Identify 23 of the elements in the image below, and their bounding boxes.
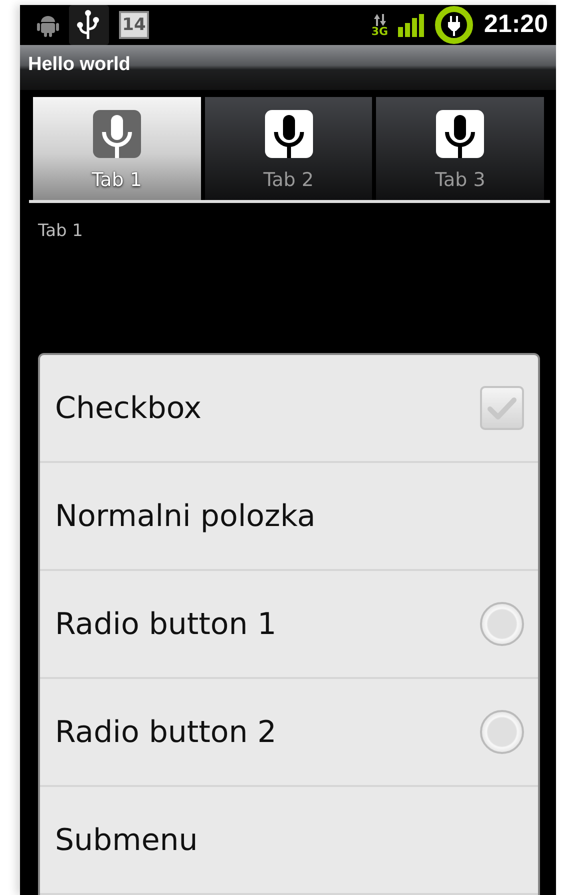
check-icon (487, 396, 517, 420)
tab[interactable]: Tab 3 (376, 97, 544, 200)
checkbox[interactable] (480, 386, 524, 430)
menu-item[interactable]: Radio button 1 (40, 571, 538, 679)
microphone-icon (436, 110, 484, 158)
menu-item[interactable]: Radio button 2 (40, 679, 538, 787)
microphone-icon (92, 110, 141, 158)
microphone-icon (264, 110, 312, 158)
signal-icon (398, 13, 424, 37)
radio-button[interactable] (480, 710, 524, 754)
menu-item[interactable]: Checkbox (40, 355, 538, 463)
radio-button[interactable] (480, 602, 524, 646)
clock-time: 21:20 (484, 9, 548, 40)
menu-item[interactable]: Normalni polozka (40, 463, 538, 571)
android-icon (37, 13, 59, 37)
network-indicator: 3G (371, 14, 388, 36)
tab-content-text: Tab 1 (38, 221, 83, 241)
usb-icon (69, 5, 109, 45)
app-title: Hello world (20, 45, 556, 90)
tab[interactable]: Tab 2 (204, 97, 372, 200)
calendar-icon: 14 (119, 11, 149, 39)
menu-item[interactable]: Submenu (40, 787, 538, 895)
data-arrows-icon (372, 14, 387, 26)
